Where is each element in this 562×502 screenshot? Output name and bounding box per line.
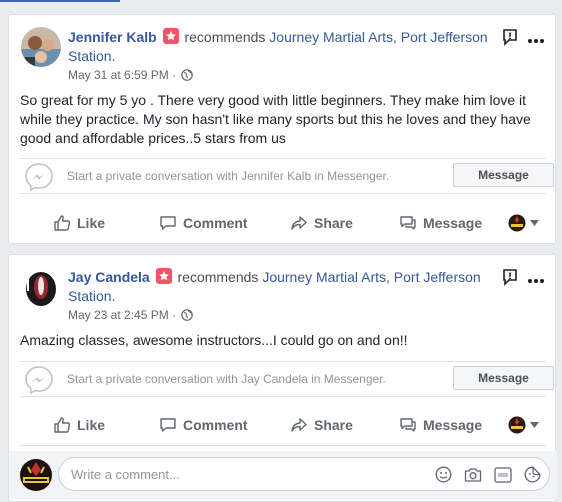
like-button[interactable]: Like [53, 416, 105, 434]
share-label: Share [314, 417, 353, 433]
like-label: Like [77, 417, 106, 433]
avatar[interactable] [21, 27, 61, 67]
post-text: So great for my 5 yo . There very good w… [20, 92, 531, 146]
post-date[interactable]: May 23 at 2:45 PM [68, 308, 169, 322]
comment-input[interactable]: Write a comment... [58, 457, 550, 491]
comment-icon [160, 216, 176, 230]
top-tab-indicator [0, 0, 120, 2]
report-icon[interactable] [501, 268, 519, 291]
message-label: Message [423, 215, 483, 231]
meta-dot: · [172, 308, 177, 322]
share-label: Share [314, 215, 353, 231]
globe-icon [181, 69, 194, 84]
messenger-prompt-text: Start a private conversation with Jay Ca… [67, 372, 386, 386]
share-icon [291, 216, 307, 230]
message-action-button[interactable]: Message [399, 416, 482, 434]
gif-icon[interactable] [494, 466, 512, 488]
comment-button[interactable]: Comment [159, 416, 248, 434]
comment-label: Comment [183, 215, 248, 231]
divider [20, 445, 546, 446]
messenger-icon [23, 161, 55, 198]
like-icon [54, 215, 71, 231]
sticker-icon[interactable] [524, 466, 541, 488]
chevron-down-icon [530, 422, 539, 428]
more-options-icon[interactable] [527, 271, 545, 289]
post-top-icons [501, 268, 545, 291]
page-logo-icon [508, 214, 526, 232]
page-voice-selector[interactable] [508, 416, 539, 434]
chevron-down-icon [530, 220, 539, 226]
message-icon [400, 418, 416, 432]
messenger-prompt-text: Start a private conversation with Jennif… [67, 169, 390, 183]
page-logo-icon [508, 416, 526, 434]
comment-composer: Write a comment... [9, 451, 557, 499]
share-icon [291, 418, 307, 432]
page-voice-selector[interactable] [508, 214, 539, 232]
recommend-icon [162, 28, 179, 44]
post-meta: May 31 at 6:59 PM · [68, 68, 194, 84]
messenger-prompt-box: Start a private conversation with Jay Ca… [20, 361, 554, 397]
review-post: Jay Candela recommends Journey Martial A… [8, 254, 557, 502]
report-icon[interactable] [501, 28, 519, 51]
post-header: Jennifer Kalb recommends Journey Martial… [68, 28, 498, 66]
comment-button[interactable]: Comment [159, 214, 248, 232]
avatar[interactable] [21, 267, 61, 307]
message-action-button[interactable]: Message [399, 214, 482, 232]
post-header: Jay Candela recommends Journey Martial A… [68, 268, 498, 306]
message-button[interactable]: Message [453, 163, 554, 187]
author-name[interactable]: Jay Candela [68, 269, 150, 285]
meta-dot: · [172, 68, 177, 82]
more-options-icon[interactable] [527, 31, 545, 49]
emoji-icon[interactable] [435, 466, 452, 488]
message-button[interactable]: Message [453, 366, 554, 390]
like-button[interactable]: Like [53, 214, 105, 232]
comment-placeholder: Write a comment... [71, 467, 180, 482]
post-top-icons [501, 28, 545, 51]
author-name[interactable]: Jennifer Kalb [68, 29, 157, 45]
post-date[interactable]: May 31 at 6:59 PM [68, 68, 169, 82]
like-label: Like [77, 215, 106, 231]
post-actions: Like Comment Share Message [9, 409, 557, 441]
message-icon [400, 216, 416, 230]
post-actions: Like Comment Share Message [9, 207, 557, 239]
page-avatar [20, 459, 52, 491]
comment-icon [160, 418, 176, 432]
share-button[interactable]: Share [290, 416, 353, 434]
like-icon [54, 417, 71, 433]
review-post: Jennifer Kalb recommends Journey Martial… [8, 14, 556, 244]
message-label: Message [423, 417, 483, 433]
comment-tools [435, 466, 541, 488]
action-text: recommends [177, 269, 259, 285]
messenger-icon [23, 364, 55, 401]
camera-icon[interactable] [464, 467, 482, 488]
action-text: recommends [184, 29, 266, 45]
share-button[interactable]: Share [290, 214, 353, 232]
post-text: Amazing classes, awesome instructors...I… [20, 332, 408, 348]
post-meta: May 23 at 2:45 PM · [68, 308, 194, 324]
comment-label: Comment [183, 417, 248, 433]
globe-icon [181, 309, 194, 324]
messenger-prompt-box: Start a private conversation with Jennif… [20, 158, 554, 194]
recommend-icon [155, 268, 172, 284]
